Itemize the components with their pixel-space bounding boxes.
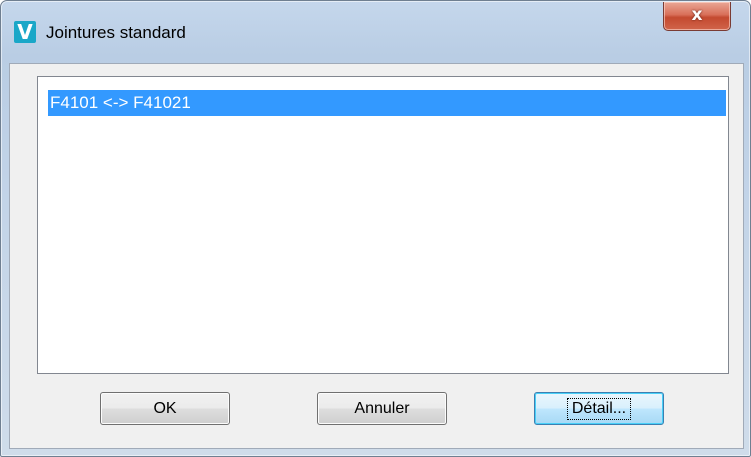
close-icon: x bbox=[691, 5, 703, 25]
ok-button[interactable]: OK bbox=[100, 392, 230, 425]
app-v-icon: V bbox=[14, 21, 36, 43]
window-title: Jointures standard bbox=[46, 23, 186, 42]
title-bar[interactable]: V Jointures standard x bbox=[1, 1, 750, 63]
joins-listbox[interactable]: F4101 <-> F41021 bbox=[37, 76, 729, 374]
detail-button-label: Détail... bbox=[566, 398, 632, 420]
close-button[interactable]: x bbox=[663, 2, 731, 31]
dialog-window: V Jointures standard x F4101 <-> F41021 … bbox=[0, 0, 751, 457]
cancel-button[interactable]: Annuler bbox=[317, 392, 447, 425]
detail-button[interactable]: Détail... bbox=[534, 392, 664, 425]
list-item[interactable]: F4101 <-> F41021 bbox=[48, 90, 726, 116]
dialog-body: F4101 <-> F41021 OK Annuler Détail... bbox=[9, 63, 744, 449]
